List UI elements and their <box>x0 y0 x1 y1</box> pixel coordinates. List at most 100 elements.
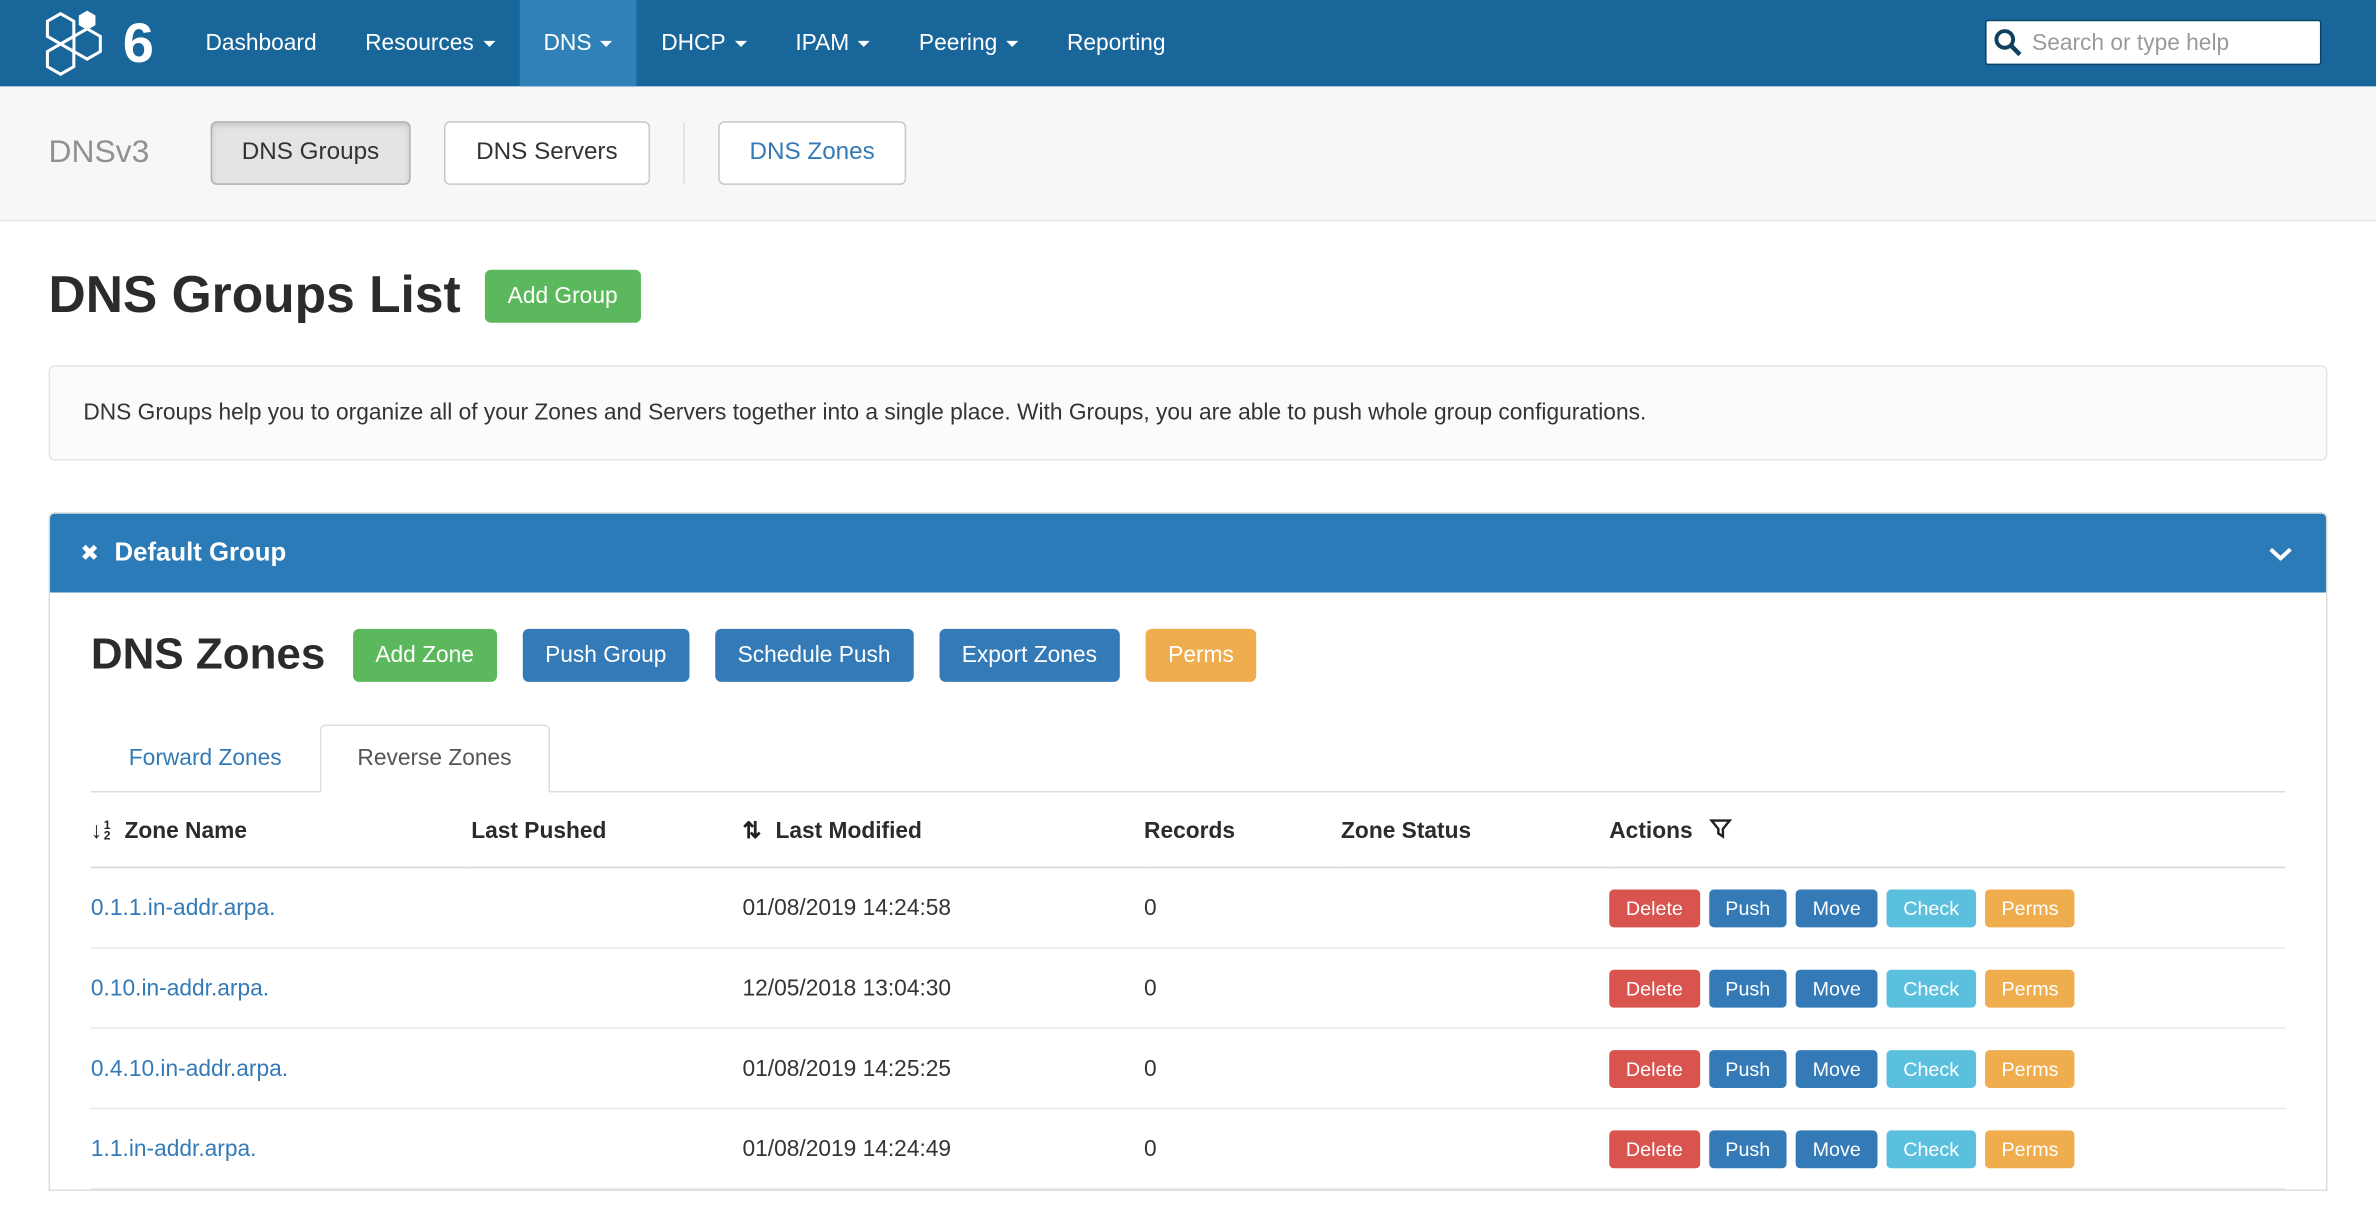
cell-records: 0 <box>1144 1028 1341 1108</box>
zone-name-link[interactable]: 0.10.in-addr.arpa. <box>91 975 269 1001</box>
add-group-button[interactable]: Add Group <box>485 270 640 323</box>
tab-reverse-zones[interactable]: Reverse Zones <box>320 724 550 792</box>
cell-last-modified: 01/08/2019 14:24:49 <box>743 1108 1145 1188</box>
move-zone-button[interactable]: Move <box>1796 969 1878 1007</box>
export-zones-button[interactable]: Export Zones <box>939 629 1120 682</box>
nav-dhcp[interactable]: DHCP <box>637 0 771 86</box>
default-group-panel: ✖ Default Group DNS Zones Add Zone Push … <box>48 512 2327 1191</box>
add-zone-button[interactable]: Add Zone <box>353 629 497 682</box>
delete-zone-button[interactable]: Delete <box>1609 969 1699 1007</box>
group-panel-body: DNS Zones Add Zone Push Group Schedule P… <box>50 592 2326 1189</box>
push-zone-button[interactable]: Push <box>1709 969 1787 1007</box>
filter-icon[interactable] <box>1710 818 1733 839</box>
delete-zone-button[interactable]: Delete <box>1609 1130 1699 1168</box>
check-zone-button[interactable]: Check <box>1887 1130 1976 1168</box>
cell-actions: Delete PushMoveCheckPerms <box>1609 1028 2285 1108</box>
dns-zones-button[interactable]: DNS Zones <box>718 121 907 185</box>
page-header: DNS Groups List Add Group <box>48 267 2327 326</box>
brand-logo[interactable]: 6 <box>0 0 181 86</box>
close-icon[interactable]: ✖ <box>80 539 99 566</box>
zone-name-link[interactable]: 0.4.10.in-addr.arpa. <box>91 1055 288 1081</box>
cell-records: 0 <box>1144 948 1341 1028</box>
caret-down-icon <box>1006 40 1018 46</box>
caret-down-icon <box>483 40 495 46</box>
nav-dashboard[interactable]: Dashboard <box>181 0 341 86</box>
push-zone-button[interactable]: Push <box>1709 889 1787 927</box>
group-panel-header[interactable]: ✖ Default Group <box>50 514 2326 593</box>
push-zone-button[interactable]: Push <box>1709 1130 1787 1168</box>
perms-zone-button[interactable]: Perms <box>1985 969 2075 1007</box>
push-zone-button[interactable]: Push <box>1709 1049 1787 1087</box>
col-records-label: Records <box>1144 818 1235 844</box>
col-last-pushed-label: Last Pushed <box>471 818 606 844</box>
nav-dns[interactable]: DNS <box>519 0 637 86</box>
cell-zone-name: 1.1.in-addr.arpa. <box>91 1108 471 1188</box>
zones-table-body: 0.1.1.in-addr.arpa.01/08/2019 14:24:580D… <box>91 868 2285 1189</box>
zone-row: 0.4.10.in-addr.arpa.01/08/2019 14:25:250… <box>91 1028 2285 1108</box>
cell-last-pushed <box>471 868 742 948</box>
cell-zone-status <box>1341 948 1609 1028</box>
top-navbar: 6 Dashboard Resources DNS DHCP IPAM Peer… <box>0 0 2376 86</box>
zone-row: 0.10.in-addr.arpa. 12/05/2018 13:04:300 De… <box>91 948 2285 1028</box>
col-zone-name: ↓ 12 Zone Name <box>91 793 471 868</box>
cell-zone-status <box>1341 1108 1609 1188</box>
nav-reporting-label: Reporting <box>1067 30 1166 56</box>
cell-zone-name: 0.4.10.in-addr.arpa. <box>91 1028 471 1108</box>
perms-group-button[interactable]: Perms <box>1145 629 1256 682</box>
cell-zone-status <box>1341 868 1609 948</box>
group-title: Default Group <box>115 538 287 568</box>
dns-servers-button[interactable]: DNS Servers <box>444 121 649 185</box>
caret-down-icon <box>858 40 870 46</box>
nav-peering[interactable]: Peering <box>895 0 1043 86</box>
zones-table: ↓ 12 Zone Name Last Pushed ⇅ Last Modifi… <box>91 793 2285 1190</box>
cell-actions: Delete PushMoveCheckPerms <box>1609 868 2285 948</box>
col-zone-status: Zone Status <box>1341 793 1609 868</box>
main-nav: Dashboard Resources DNS DHCP IPAM Peerin… <box>181 0 1190 86</box>
perms-zone-button[interactable]: Perms <box>1985 1130 2075 1168</box>
groups-description: DNS Groups help you to organize all of y… <box>48 365 2327 460</box>
move-zone-button[interactable]: Move <box>1796 1130 1878 1168</box>
zone-row: 0.1.1.in-addr.arpa.01/08/2019 14:24:580D… <box>91 868 2285 948</box>
cell-last-pushed <box>471 948 742 1028</box>
chevron-down-icon[interactable] <box>2268 547 2292 561</box>
subnav-bar: DNSv3 DNS Groups DNS Servers DNS Zones <box>0 86 2376 221</box>
check-zone-button[interactable]: Check <box>1887 969 1976 1007</box>
col-actions: Actions <box>1609 793 2285 868</box>
move-zone-button[interactable]: Move <box>1796 1049 1878 1087</box>
col-last-modified: ⇅ Last Modified <box>743 793 1145 868</box>
nav-dns-label: DNS <box>543 30 591 56</box>
caret-down-icon <box>601 40 613 46</box>
check-zone-button[interactable]: Check <box>1887 889 1976 927</box>
sort-numeric-icon[interactable]: ↓ 12 <box>91 819 111 842</box>
zone-row: 1.1.in-addr.arpa.01/08/2019 14:24:490Del… <box>91 1108 2285 1188</box>
nav-peering-label: Peering <box>919 30 997 56</box>
subnav-title: DNSv3 <box>48 135 149 171</box>
perms-zone-button[interactable]: Perms <box>1985 1049 2075 1087</box>
schedule-push-button[interactable]: Schedule Push <box>715 629 913 682</box>
cell-last-pushed <box>471 1028 742 1108</box>
col-zone-status-label: Zone Status <box>1341 818 1471 844</box>
nav-dhcp-label: DHCP <box>661 30 725 56</box>
push-group-button[interactable]: Push Group <box>522 629 689 682</box>
app-root: 6 Dashboard Resources DNS DHCP IPAM Peer… <box>0 0 2376 1218</box>
move-zone-button[interactable]: Move <box>1796 889 1878 927</box>
zone-name-link[interactable]: 0.1.1.in-addr.arpa. <box>91 895 276 921</box>
tab-forward-zones[interactable]: Forward Zones <box>91 724 320 792</box>
nav-resources[interactable]: Resources <box>341 0 519 86</box>
zones-toolbar: DNS Zones Add Zone Push Group Schedule P… <box>91 629 2285 682</box>
delete-zone-button[interactable]: Delete <box>1609 889 1699 927</box>
sort-updown-icon[interactable]: ⇅ <box>743 818 762 844</box>
cell-last-modified: 12/05/2018 13:04:30 <box>743 948 1145 1028</box>
perms-zone-button[interactable]: Perms <box>1985 889 2075 927</box>
delete-zone-button[interactable]: Delete <box>1609 1049 1699 1087</box>
cell-records: 0 <box>1144 868 1341 948</box>
check-zone-button[interactable]: Check <box>1887 1049 1976 1087</box>
search-icon <box>1993 27 2023 57</box>
dns-groups-button[interactable]: DNS Groups <box>210 121 411 185</box>
search-input[interactable] <box>1985 20 2321 65</box>
nav-reporting[interactable]: Reporting <box>1043 0 1190 86</box>
caret-down-icon <box>735 40 747 46</box>
zone-name-link[interactable]: 1.1.in-addr.arpa. <box>91 1136 257 1162</box>
cell-zone-name: 0.1.1.in-addr.arpa. <box>91 868 471 948</box>
nav-ipam[interactable]: IPAM <box>771 0 895 86</box>
